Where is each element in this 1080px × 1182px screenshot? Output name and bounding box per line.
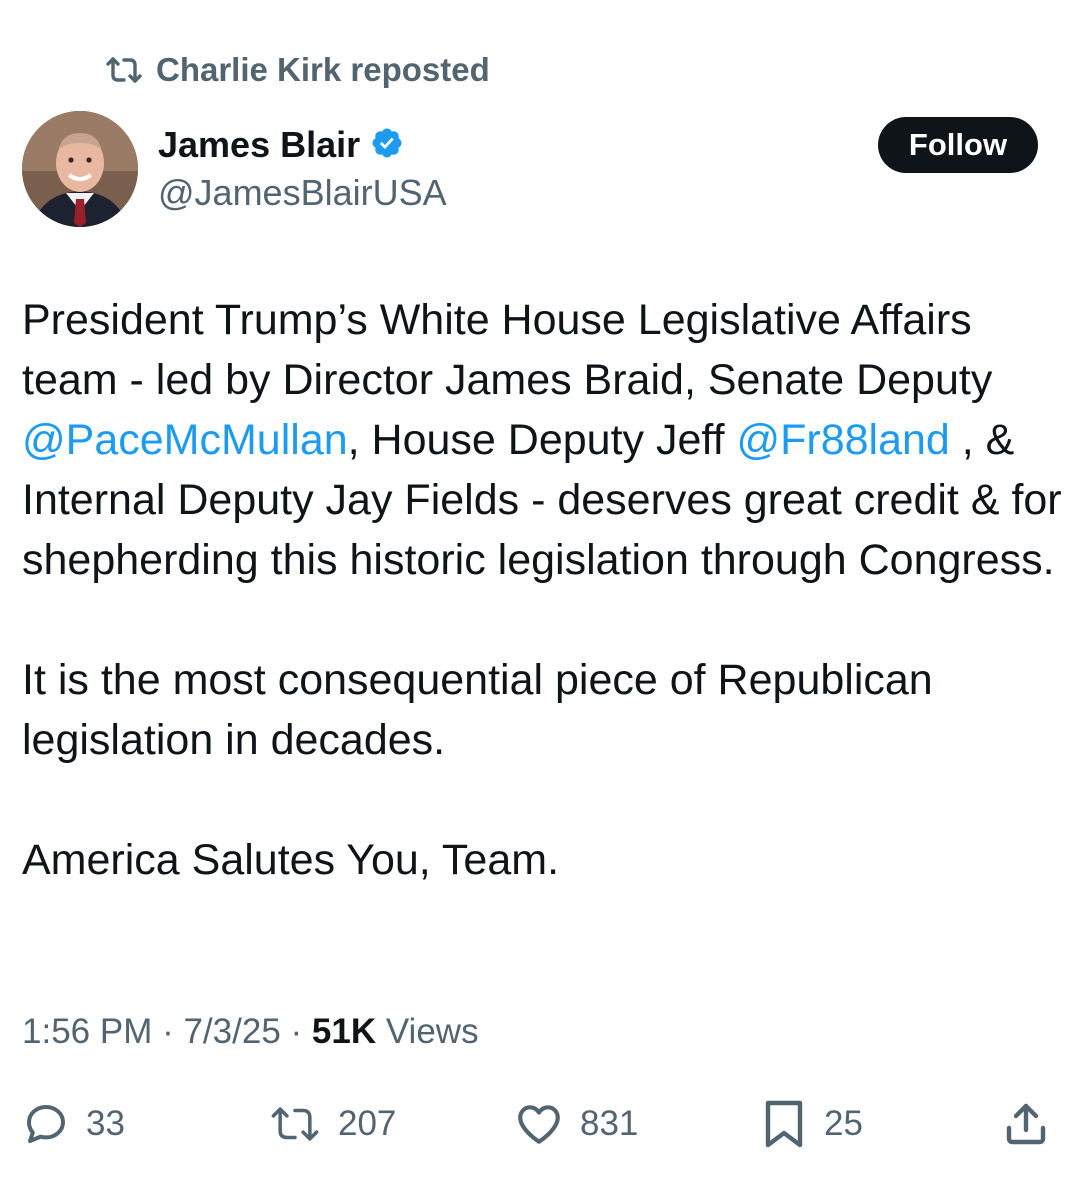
bookmark-count: 25 [824,1104,863,1143]
follow-button[interactable]: Follow [878,117,1038,173]
views-label: Views [376,1012,479,1051]
reply-icon [22,1100,70,1148]
mention-link-pacemcmullan[interactable]: @PaceMcMullan [22,416,348,464]
repost-icon [104,55,144,85]
tweet-paragraph-2: It is the most consequential piece of Re… [22,656,933,764]
reply-button[interactable]: 33 [22,1094,125,1154]
author-info[interactable]: James Blair @JamesBlairUSA [158,120,447,214]
author-name[interactable]: James Blair [158,124,360,166]
repost-count: 207 [338,1104,397,1143]
share-button[interactable] [1002,1094,1050,1154]
heart-icon [514,1099,564,1149]
avatar[interactable] [22,111,138,227]
tweet-meta: 1:56 PM · 7/3/25 · 51K Views [22,1012,479,1052]
tweet-text-segment: , House Deputy Jeff [347,416,737,464]
tweet-paragraph-3: America Salutes You, Team. [22,836,560,884]
repost-button[interactable]: 207 [268,1094,396,1154]
bookmark-icon [760,1097,808,1151]
tweet-paragraph-1: President Trump’s White House Legislativ… [22,290,1062,590]
share-icon [1002,1100,1050,1148]
action-bar: 33 207 831 25 [22,1094,1052,1154]
verified-badge-icon [370,126,404,165]
views-count[interactable]: 51K [312,1012,376,1052]
mention-link-fr88land[interactable]: @Fr88land [736,416,949,464]
author-handle[interactable]: @JamesBlairUSA [158,172,447,214]
tweet-time[interactable]: 1:56 PM [22,1012,152,1052]
like-button[interactable]: 831 [514,1094,638,1154]
bookmark-button[interactable]: 25 [760,1094,863,1154]
like-count: 831 [580,1104,639,1143]
repost-action-icon [268,1102,322,1146]
reply-count: 33 [86,1104,125,1143]
tweet-text-segment: President Trump’s White House Legislativ… [22,296,993,404]
repost-header[interactable]: Charlie Kirk reposted [104,48,490,92]
meta-separator: · [280,1012,312,1051]
tweet-date[interactable]: 7/3/25 [183,1012,280,1052]
tweet-text: President Trump’s White House Legislativ… [22,290,1062,890]
repost-label: Charlie Kirk reposted [156,51,490,88]
meta-separator: · [152,1012,184,1051]
